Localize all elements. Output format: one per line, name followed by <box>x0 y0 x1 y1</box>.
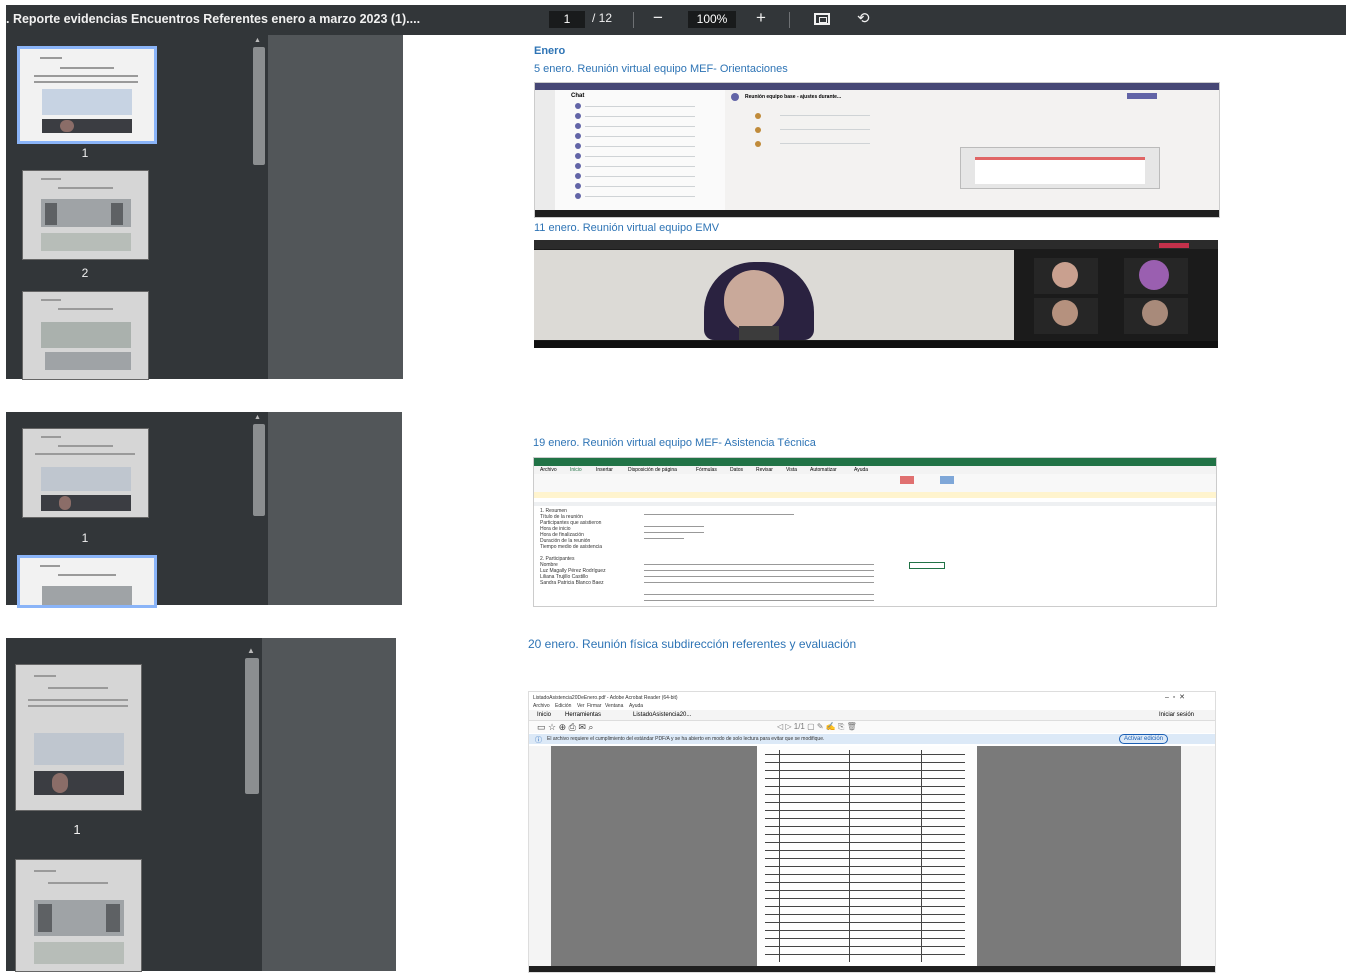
excel-tab[interactable]: Ayuda <box>854 467 868 473</box>
excel-cell: Sandra Patricia Blanco Baez <box>540 580 604 586</box>
pdf-toolbar: . Reporte evidencias Encuentros Referent… <box>6 5 1346 35</box>
acrobat-notice: El archivo requiere el cumplimiento del … <box>547 736 825 742</box>
acrobat-tool-icons[interactable]: ▭ ☆ ⊕ ⎙ ✉ ⌕ <box>537 722 593 733</box>
viewer-background <box>268 35 403 379</box>
document-title: . Reporte evidencias Encuentros Referent… <box>6 12 421 26</box>
acrobat-menu-item[interactable]: Ventana <box>605 703 623 709</box>
acrobat-menu-item[interactable]: Ayuda <box>629 703 643 709</box>
rotate-icon[interactable]: ⟲ <box>857 9 870 27</box>
section-title: 5 enero. Reunión virtual equipo MEF- Ori… <box>534 63 788 75</box>
acrobat-window-title: ListadoAsistencia20DeEnero.pdf - Adobe A… <box>533 695 678 701</box>
thumbnail-page-number: 1 <box>73 822 81 837</box>
enable-editing-button[interactable]: Activar edición <box>1119 734 1169 744</box>
page-thumbnail-1[interactable] <box>16 665 141 810</box>
thumbnail-page-number: 2 <box>81 266 89 280</box>
excel-tab[interactable]: Datos <box>730 467 743 473</box>
toolbar-divider <box>789 12 790 28</box>
page-thumbnail-1[interactable] <box>23 429 148 517</box>
excel-tab[interactable]: Vista <box>786 467 797 473</box>
excel-cell: Tiempo medio de asistencia <box>540 544 603 550</box>
page-thumbnail-1[interactable] <box>20 49 154 141</box>
excel-tab[interactable]: Revisar <box>756 467 773 473</box>
acrobat-signin[interactable]: Iniciar sesión <box>1159 712 1194 718</box>
page-thumbnail-3[interactable] <box>23 292 148 379</box>
thumbnail-page-number: 1 <box>81 146 89 160</box>
sidebar-scrollbar[interactable]: ▲ <box>250 35 268 379</box>
excel-tab[interactable]: Inicio <box>570 467 582 473</box>
toolbar-divider <box>633 12 634 28</box>
fit-page-icon[interactable] <box>814 13 830 25</box>
acrobat-page-tools[interactable]: ◁ ▷ 1/1 ▢ ✎ ✍ ⎘ 🗑 <box>777 722 857 732</box>
scroll-up-icon[interactable]: ▲ <box>247 646 255 655</box>
acrobat-tab[interactable]: Inicio <box>537 712 551 718</box>
zoom-in-icon[interactable]: + <box>756 8 766 28</box>
page-total: / 12 <box>592 11 613 25</box>
acrobat-menu-item[interactable]: Firmar <box>587 703 601 709</box>
teams-chat-header: Chat <box>571 93 585 99</box>
acrobat-tab[interactable]: Herramientas <box>565 712 601 718</box>
viewer-background <box>268 412 402 605</box>
info-icon: ⓘ <box>535 737 542 744</box>
scrollbar-thumb[interactable] <box>253 47 265 165</box>
zoom-out-icon[interactable]: − <box>653 8 663 28</box>
page-thumbnail-2[interactable] <box>16 860 141 971</box>
month-heading: Enero <box>534 45 566 57</box>
page-thumbnail-2[interactable] <box>23 171 148 259</box>
sidebar-scrollbar[interactable]: ▲ <box>250 412 268 605</box>
thumbnail-page-number: 1 <box>81 531 89 545</box>
teams-screenshot: Chat Reunión equipo base - ajustes duran… <box>534 82 1220 218</box>
viewer-background <box>262 638 396 971</box>
page-thumbnail-2[interactable] <box>20 558 154 605</box>
page-number-input[interactable]: 1 <box>549 11 585 28</box>
pdf-page: 20 enero. Reunión física subdirección re… <box>396 637 1346 973</box>
scroll-up-icon[interactable]: ▲ <box>254 414 261 421</box>
excel-tab[interactable]: Automatizar <box>810 467 837 473</box>
excel-tab[interactable]: Archivo <box>540 467 557 473</box>
scrollbar-thumb[interactable] <box>253 424 265 516</box>
video-call-screenshot <box>534 240 1218 348</box>
excel-tab[interactable]: Fórmulas <box>696 467 717 473</box>
sidebar-scrollbar[interactable]: ▲ <box>242 638 262 971</box>
excel-tab[interactable]: Insertar <box>596 467 613 473</box>
teams-meeting-title: Reunión equipo base - ajustes durante... <box>745 94 842 100</box>
acrobat-menu-item[interactable]: Ver <box>577 703 585 709</box>
acrobat-tab[interactable]: ListadoAsistencia20... <box>633 712 691 718</box>
acrobat-menu-item[interactable]: Edición <box>555 703 571 709</box>
acrobat-screenshot: ListadoAsistencia20DeEnero.pdf - Adobe A… <box>528 691 1216 973</box>
excel-screenshot: Archivo Inicio Insertar Disposición de p… <box>533 457 1217 607</box>
section-title: 11 enero. Reunión virtual equipo EMV <box>534 222 720 234</box>
section-title: 19 enero. Reunión virtual equipo MEF- As… <box>533 437 816 449</box>
acrobat-menu-item[interactable]: Archivo <box>533 703 550 709</box>
section-title: 20 enero. Reunión física subdirección re… <box>528 637 857 651</box>
scrollbar-thumb[interactable] <box>245 658 259 794</box>
window-controls[interactable]: – ▫ ✕ <box>1165 693 1185 701</box>
pdf-page: 19 enero. Reunión virtual equipo MEF- As… <box>402 412 1346 607</box>
scroll-up-icon[interactable]: ▲ <box>254 37 261 44</box>
excel-tab[interactable]: Disposición de página <box>628 467 677 473</box>
zoom-input[interactable]: 100% <box>688 11 736 28</box>
pdf-page: Enero 5 enero. Reunión virtual equipo ME… <box>403 35 1346 379</box>
